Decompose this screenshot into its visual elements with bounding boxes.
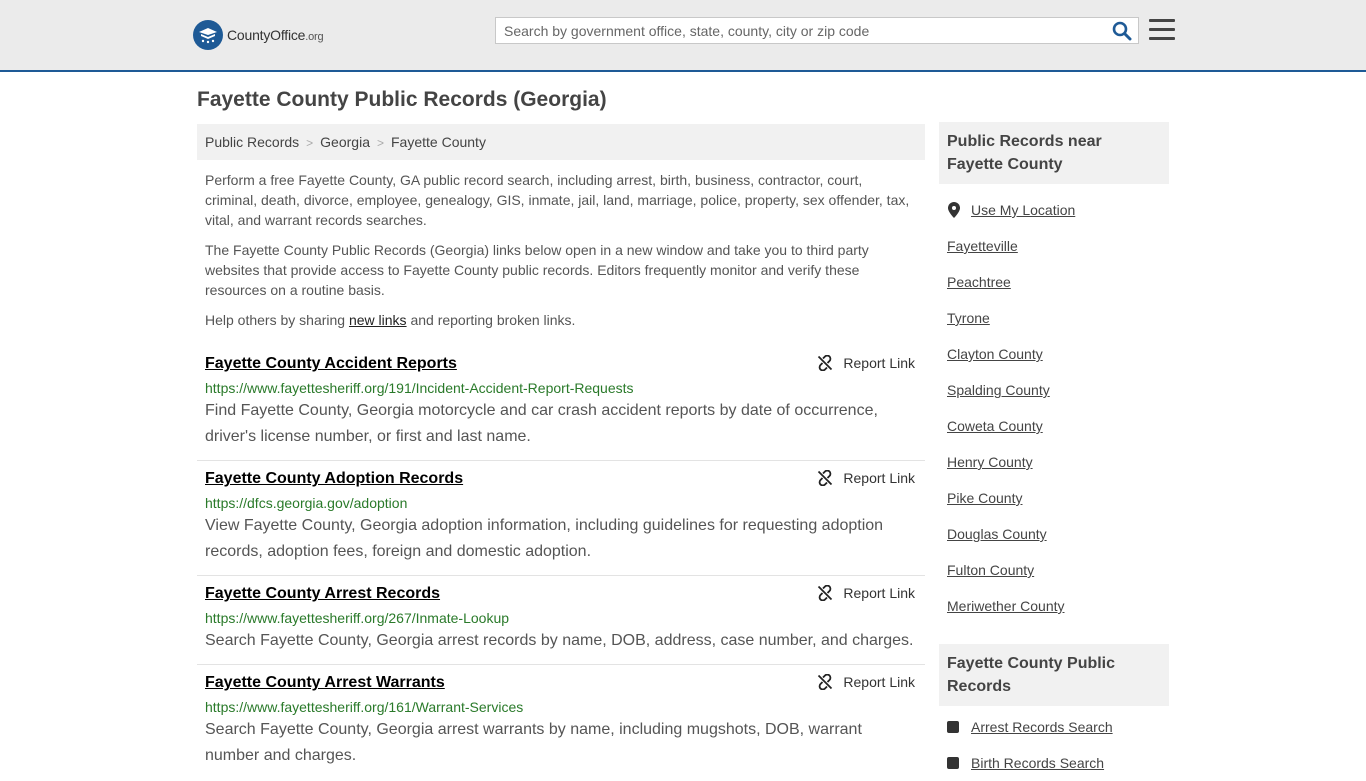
breadcrumb-current: Fayette County <box>391 134 486 150</box>
search-icon[interactable] <box>1112 21 1132 41</box>
logo-text: CountyOffice.org <box>227 27 324 43</box>
main-content: Public Records > Georgia > Fayette County Pe… <box>197 124 925 779</box>
logo-seal-icon <box>193 20 223 50</box>
record-url: https://www.fayettesheriff.org/191/Incid… <box>205 380 634 396</box>
hamburger-menu-icon[interactable] <box>1149 19 1175 41</box>
arrest-records-search-link[interactable]: Arrest Records Search <box>971 709 1113 745</box>
record-description: Search Fayette County, Georgia arrest wa… <box>205 721 862 764</box>
new-links-link[interactable]: new links <box>349 312 407 328</box>
record-item: Fayette County Arrest Warrants Report Li… <box>197 665 925 779</box>
intro-paragraph-2: The Fayette County Public Records (Georg… <box>205 242 869 298</box>
list-item: Clayton County <box>947 336 1161 372</box>
near-link-fulton-county[interactable]: Fulton County <box>947 552 1034 588</box>
search-box <box>495 17 1139 44</box>
intro-text: Perform a free Fayette County, GA public… <box>197 170 925 330</box>
near-link-henry-county[interactable]: Henry County <box>947 444 1033 480</box>
near-link-tyrone[interactable]: Tyrone <box>947 300 990 336</box>
record-title-link[interactable]: Fayette County Accident Reports <box>205 354 457 374</box>
list-item: Coweta County <box>947 408 1161 444</box>
near-link-spalding-county[interactable]: Spalding County <box>947 372 1050 408</box>
record-description: View Fayette County, Georgia adoption in… <box>205 517 884 560</box>
near-link-coweta-county[interactable]: Coweta County <box>947 408 1043 444</box>
near-link-peachtree[interactable]: Peachtree <box>947 264 1011 300</box>
page-title: Fayette County Public Records (Georgia) <box>197 88 607 111</box>
use-my-location-link[interactable]: Use My Location <box>971 192 1075 228</box>
location-pin-icon <box>947 202 961 218</box>
report-link-label: Report Link <box>843 585 915 601</box>
search-input[interactable] <box>496 18 1104 43</box>
record-url: https://www.fayettesheriff.org/161/Warra… <box>205 699 524 715</box>
near-link-fayetteville[interactable]: Fayetteville <box>947 228 1018 264</box>
record-url: https://www.fayettesheriff.org/267/Inmat… <box>205 610 510 626</box>
county-records-heading: Fayette County Public Records <box>939 644 1169 706</box>
report-link-label: Report Link <box>843 355 915 371</box>
list-item: Arrest Records Search <box>947 709 1161 745</box>
record-item: Fayette County Arrest Records Report Lin… <box>197 576 925 665</box>
list-item: Fulton County <box>947 552 1161 588</box>
record-title-link[interactable]: Fayette County Arrest Warrants <box>205 673 445 693</box>
report-link-button[interactable]: Report Link <box>817 355 915 371</box>
broken-link-icon <box>818 355 833 371</box>
record-title-link[interactable]: Fayette County Adoption Records <box>205 469 463 489</box>
record-url: https://dfcs.georgia.gov/adoption <box>205 495 408 511</box>
near-records-heading: Public Records near Fayette County <box>939 122 1169 184</box>
record-description: Find Fayette County, Georgia motorcycle … <box>205 402 878 445</box>
birth-records-search-link[interactable]: Birth Records Search <box>971 745 1104 781</box>
baby-icon <box>947 757 959 769</box>
records-list: Fayette County Accident Reports Report L… <box>197 346 925 779</box>
report-link-label: Report Link <box>843 674 915 690</box>
list-item: Peachtree <box>947 264 1161 300</box>
record-title-link[interactable]: Fayette County Arrest Records <box>205 584 440 604</box>
list-item: Pike County <box>947 480 1161 516</box>
list-item: Douglas County <box>947 516 1161 552</box>
breadcrumb-georgia[interactable]: Georgia <box>320 134 370 150</box>
record-description: Search Fayette County, Georgia arrest re… <box>205 632 914 649</box>
help-text-after: and reporting broken links. <box>406 312 576 328</box>
breadcrumb-public-records[interactable]: Public Records <box>205 134 299 150</box>
logo-main: CountyOffice <box>227 27 306 43</box>
broken-link-icon <box>818 470 833 486</box>
county-records-list: Arrest Records Search Birth Records Sear… <box>939 709 1169 781</box>
list-item: Birth Records Search <box>947 745 1161 781</box>
breadcrumb: Public Records > Georgia > Fayette County <box>197 124 925 160</box>
handcuffs-icon <box>947 721 959 733</box>
chevron-right-icon: > <box>306 136 314 150</box>
record-item: Fayette County Adoption Records Report L… <box>197 461 925 576</box>
use-location-item: Use My Location <box>947 192 1161 228</box>
help-text-before: Help others by sharing <box>205 312 349 328</box>
report-link-button[interactable]: Report Link <box>817 674 915 690</box>
broken-link-icon <box>818 585 833 601</box>
near-link-meriwether-county[interactable]: Meriwether County <box>947 588 1065 624</box>
list-item: Henry County <box>947 444 1161 480</box>
intro-paragraph-1: Perform a free Fayette County, GA public… <box>205 172 910 228</box>
sidebar: Public Records near Fayette County Use M… <box>939 122 1169 781</box>
list-item: Fayetteville <box>947 228 1161 264</box>
broken-link-icon <box>818 674 833 690</box>
logo-suffix: .org <box>305 31 324 43</box>
near-records-list: Use My Location Fayetteville Peachtree T… <box>939 192 1169 624</box>
record-item: Fayette County Accident Reports Report L… <box>197 346 925 461</box>
near-link-douglas-county[interactable]: Douglas County <box>947 516 1047 552</box>
site-logo[interactable]: CountyOffice.org <box>193 20 324 50</box>
report-link-button[interactable]: Report Link <box>817 470 915 486</box>
near-link-pike-county[interactable]: Pike County <box>947 480 1022 516</box>
site-header: CountyOffice.org <box>0 0 1366 72</box>
intro-paragraph-3: Help others by sharing new links and rep… <box>205 310 917 330</box>
list-item: Spalding County <box>947 372 1161 408</box>
near-link-clayton-county[interactable]: Clayton County <box>947 336 1043 372</box>
report-link-label: Report Link <box>843 470 915 486</box>
chevron-right-icon: > <box>376 136 384 150</box>
list-item: Tyrone <box>947 300 1161 336</box>
list-item: Meriwether County <box>947 588 1161 624</box>
report-link-button[interactable]: Report Link <box>817 585 915 601</box>
